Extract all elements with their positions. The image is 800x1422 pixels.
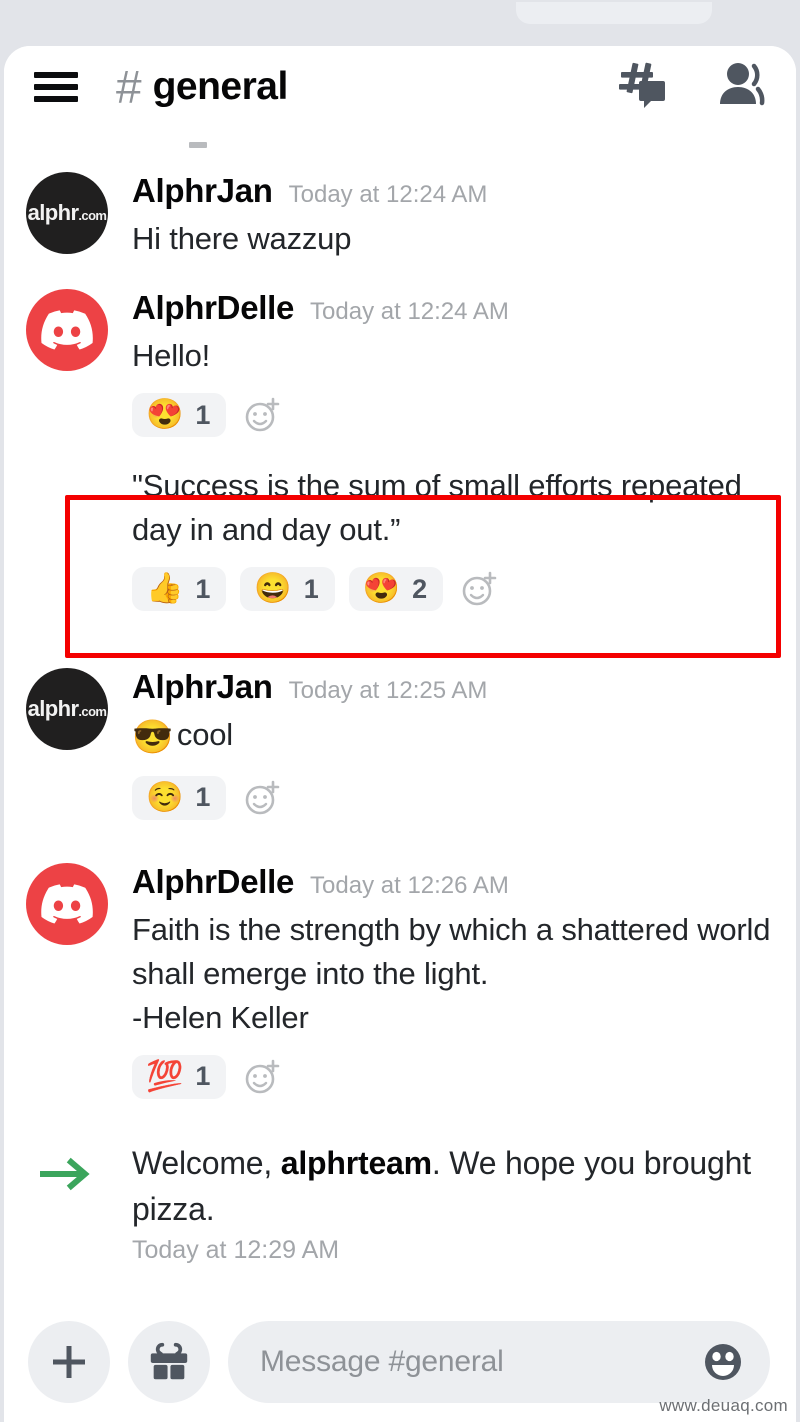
- message-body: AlphrDelle Today at 12:24 AM Hello! 😍 1: [132, 289, 774, 438]
- sunglasses-emoji-icon: 😎: [132, 718, 173, 756]
- message-group[interactable]: alphr.com AlphrJan Today at 12:24 AM Hi …: [26, 172, 774, 261]
- avatar[interactable]: alphr.com: [26, 668, 108, 751]
- reaction-count: 1: [303, 573, 319, 604]
- message-text: Hi there wazzup: [132, 221, 352, 256]
- system-message-text: Welcome, alphrteam. We hope you brought …: [132, 1140, 774, 1232]
- avatar[interactable]: [26, 862, 108, 945]
- reaction-count: 1: [195, 1061, 211, 1092]
- avatar[interactable]: [26, 289, 108, 372]
- message-input[interactable]: [260, 1345, 694, 1379]
- heart-eyes-reaction-icon: 😍: [146, 398, 184, 432]
- reaction-pill[interactable]: 😄 1: [240, 567, 335, 612]
- message-author[interactable]: AlphrJan: [132, 670, 273, 703]
- system-join-message: Welcome, alphrteam. We hope you brought …: [26, 1140, 774, 1265]
- emoji-picker-icon[interactable]: [694, 1333, 752, 1391]
- message-group-highlighted[interactable]: "Success is the sum of small efforts rep…: [26, 462, 774, 612]
- message-text-body: cool: [176, 717, 233, 753]
- message-timestamp: Today at 12:24 AM: [310, 298, 509, 326]
- smiling-blush-reaction-icon: ☺️: [146, 780, 184, 814]
- hamburger-menu-icon[interactable]: [34, 72, 78, 102]
- hamburger-bar: [34, 84, 78, 90]
- threads-icon[interactable]: [616, 59, 668, 116]
- scrolled-message-sliver: [189, 142, 207, 148]
- members-icon[interactable]: [714, 59, 770, 116]
- hundred-points-reaction-icon: 💯: [146, 1059, 184, 1093]
- reaction-count: 1: [195, 399, 211, 430]
- message-text: "Success is the sum of small efforts rep…: [132, 468, 742, 548]
- reaction-bar: 😍 1: [132, 392, 774, 438]
- message-text: Hello!: [132, 338, 211, 374]
- reaction-count: 1: [195, 573, 211, 604]
- reaction-pill[interactable]: 👍 1: [132, 567, 227, 612]
- reaction-count: 2: [412, 573, 428, 604]
- channel-header: # general: [4, 46, 796, 128]
- reaction-pill[interactable]: 💯 1: [132, 1054, 227, 1099]
- message-header: AlphrJan Today at 12:24 AM: [132, 174, 774, 207]
- reaction-count: 1: [195, 782, 211, 813]
- hamburger-bar: [34, 96, 78, 102]
- message-header: AlphrJan Today at 12:25 AM: [132, 670, 774, 703]
- reaction-bar: ☺️ 1: [132, 775, 774, 821]
- reaction-bar: 👍 1 😄 1 😍 2: [132, 566, 774, 612]
- message-header: AlphrDelle Today at 12:26 AM: [132, 865, 774, 898]
- avatar[interactable]: alphr.com: [26, 172, 108, 254]
- message-list[interactable]: alphr.com AlphrJan Today at 12:24 AM Hi …: [4, 128, 796, 1302]
- message-input-wrapper[interactable]: [228, 1321, 770, 1403]
- reaction-pill[interactable]: 😍 2: [348, 567, 444, 612]
- reaction-bar: 💯 1: [132, 1054, 774, 1100]
- message-body: AlphrJan Today at 12:24 AM Hi there wazz…: [132, 172, 774, 261]
- message-body: AlphrDelle Today at 12:26 AM Faith is th…: [132, 863, 774, 1100]
- welcome-prefix: Welcome,: [132, 1144, 281, 1181]
- message-timestamp: Today at 12:25 AM: [288, 677, 488, 705]
- heart-eyes-reaction-icon: 😍: [362, 572, 401, 606]
- gift-icon: [150, 1342, 188, 1380]
- message-header: AlphrDelle Today at 12:24 AM: [132, 291, 774, 324]
- channel-title: general: [152, 65, 289, 108]
- discord-app-surface: # general alphr.com AlphrJan Today at 12…: [4, 46, 796, 1422]
- add-reaction-icon[interactable]: [240, 392, 286, 438]
- message-group[interactable]: alphr.com AlphrJan Today at 12:25 AM 😎 co…: [26, 668, 774, 821]
- thumbs-up-reaction-icon: 👍: [146, 572, 184, 606]
- add-reaction-icon[interactable]: [240, 1054, 286, 1100]
- reaction-pill[interactable]: ☺️ 1: [132, 775, 227, 820]
- add-attachment-button[interactable]: [28, 1321, 110, 1403]
- header-actions: [616, 59, 770, 116]
- discord-logo-icon: [41, 884, 93, 924]
- welcome-username[interactable]: alphrteam: [281, 1145, 432, 1181]
- system-message-body: Welcome, alphrteam. We hope you brought …: [132, 1140, 774, 1265]
- message-author[interactable]: AlphrDelle: [132, 865, 294, 898]
- message-timestamp: Today at 12:26 AM: [310, 871, 509, 899]
- gift-button[interactable]: [128, 1321, 210, 1403]
- message-timestamp: Today at 12:24 AM: [288, 181, 488, 208]
- message-body: AlphrJan Today at 12:25 AM 😎 cool ☺️ 1: [132, 668, 774, 821]
- add-reaction-icon[interactable]: [457, 566, 503, 612]
- message-author[interactable]: AlphrDelle: [132, 291, 294, 324]
- join-arrow-icon: [26, 1140, 108, 1194]
- reaction-pill[interactable]: 😍 1: [132, 393, 227, 438]
- avatar-label: alphr.com: [27, 200, 107, 225]
- message-group[interactable]: AlphrDelle Today at 12:26 AM Faith is th…: [26, 862, 774, 1100]
- hamburger-bar: [34, 72, 78, 78]
- grinning-smile-reaction-icon: 😄: [254, 572, 292, 606]
- message-text: Faith is the strength by which a shatter…: [132, 911, 771, 1035]
- watermark: www.deuaq.com: [659, 1396, 788, 1415]
- message-body: "Success is the sum of small efforts rep…: [132, 462, 774, 612]
- status-bar-notch: [516, 2, 712, 24]
- avatar-label: alphr.com: [27, 696, 107, 722]
- system-message-timestamp: Today at 12:29 AM: [132, 1236, 340, 1265]
- add-reaction-icon[interactable]: [240, 775, 286, 821]
- avatar-spacer: [26, 462, 108, 612]
- hash-icon: #: [116, 61, 142, 113]
- plus-icon: [53, 1346, 85, 1378]
- message-text: 😎 cool: [132, 713, 774, 761]
- phone-screen: # general alphr.com AlphrJan Today at 12…: [0, 0, 800, 1422]
- status-bar: [0, 0, 800, 52]
- message-author[interactable]: AlphrJan: [132, 174, 273, 207]
- message-group[interactable]: AlphrDelle Today at 12:24 AM Hello! 😍 1: [26, 289, 774, 438]
- discord-logo-icon: [41, 310, 93, 350]
